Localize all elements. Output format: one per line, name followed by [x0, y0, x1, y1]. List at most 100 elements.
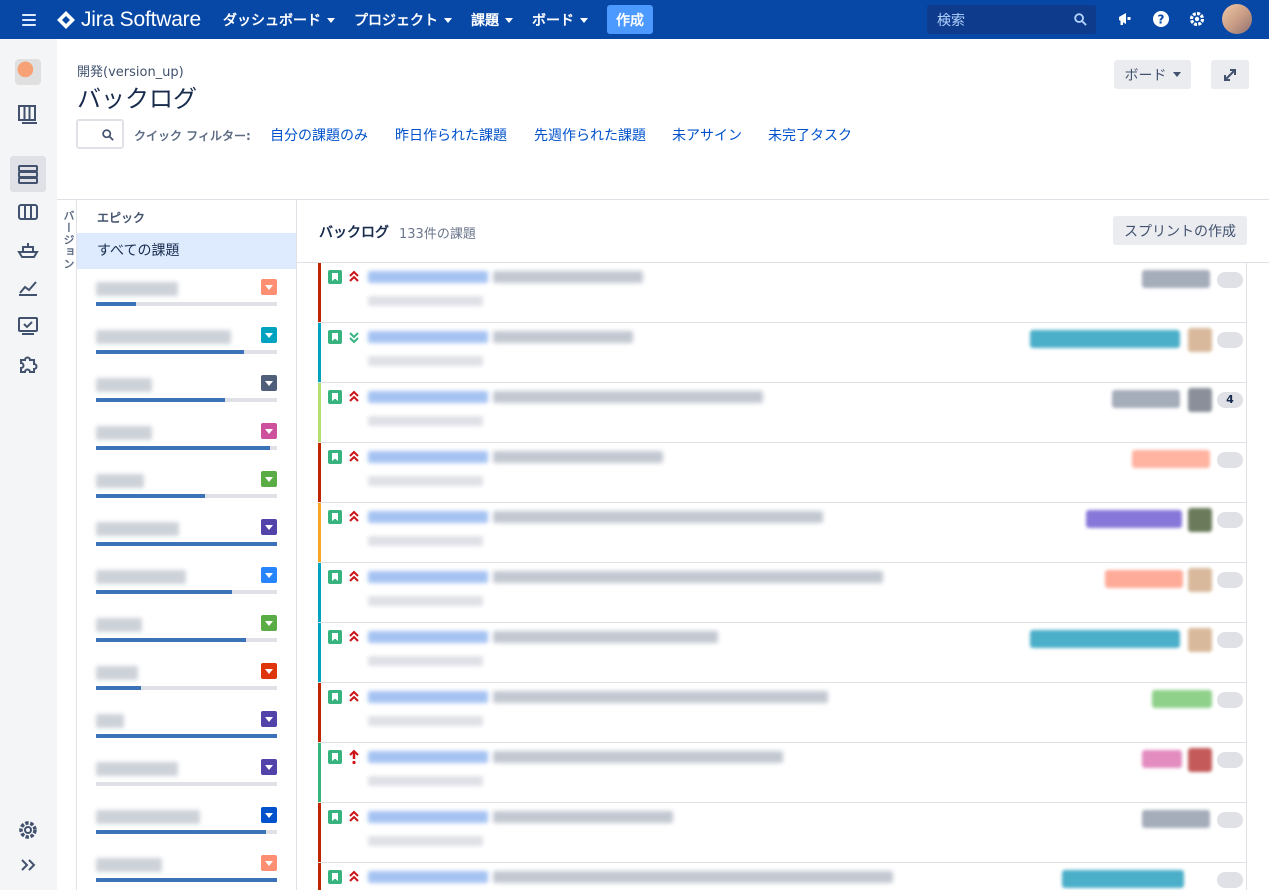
epic-dropdown-icon[interactable]: [261, 423, 277, 439]
sidebar-backlog-icon[interactable]: [10, 156, 46, 192]
nav-boards[interactable]: ボード: [532, 10, 588, 30]
epic-item[interactable]: [96, 663, 277, 692]
expand-sidebar-icon[interactable]: [20, 858, 38, 872]
issue-key-redacted[interactable]: [368, 271, 488, 283]
issue-epic-tag[interactable]: [1062, 870, 1184, 888]
create-sprint-button[interactable]: スプリントの作成: [1113, 216, 1247, 245]
issue-epic-tag[interactable]: [1142, 750, 1182, 768]
epic-all-issues[interactable]: すべての課題: [77, 233, 296, 269]
epic-item[interactable]: [96, 279, 277, 308]
issue-key-redacted[interactable]: [368, 511, 488, 523]
epic-dropdown-icon[interactable]: [261, 279, 277, 295]
issue-epic-tag[interactable]: [1132, 450, 1210, 468]
versions-panel-tab[interactable]: バージョン: [57, 200, 77, 890]
quick-filter-incomplete-tasks[interactable]: 未完了タスク: [768, 125, 852, 145]
menu-icon[interactable]: [22, 13, 36, 26]
epic-dropdown-icon[interactable]: [261, 711, 277, 727]
epic-item[interactable]: [96, 711, 277, 740]
sidebar-issues-icon[interactable]: [10, 308, 46, 344]
issue-epic-tag[interactable]: [1030, 630, 1180, 648]
issue-key-redacted[interactable]: [368, 871, 488, 883]
issue-row[interactable]: [318, 263, 1247, 323]
issue-key-redacted[interactable]: [368, 331, 488, 343]
assignee-avatar[interactable]: [1188, 568, 1212, 592]
issue-meta-redacted: [368, 596, 483, 606]
issue-epic-tag[interactable]: [1142, 810, 1210, 828]
issue-epic-tag[interactable]: [1030, 330, 1180, 348]
board-menu-button[interactable]: ボード: [1114, 60, 1191, 89]
epic-dropdown-icon[interactable]: [261, 375, 277, 391]
quick-filter-created-last-week[interactable]: 先週作られた課題: [534, 125, 646, 145]
epic-item[interactable]: [96, 567, 277, 596]
help-icon[interactable]: ?: [1152, 10, 1170, 28]
epic-dropdown-icon[interactable]: [261, 807, 277, 823]
sidebar-addons-icon[interactable]: [10, 346, 46, 382]
epic-item[interactable]: [96, 615, 277, 644]
nav-dashboard[interactable]: ダッシュボード: [223, 10, 335, 30]
assignee-avatar[interactable]: [1188, 628, 1212, 652]
issue-key-redacted[interactable]: [368, 751, 488, 763]
issue-row[interactable]: 4: [318, 383, 1247, 443]
nav-issues[interactable]: 課題: [471, 10, 513, 30]
settings-gear-icon[interactable]: [1188, 10, 1206, 28]
issue-key-redacted[interactable]: [368, 631, 488, 643]
epic-dropdown-icon[interactable]: [261, 567, 277, 583]
epic-dropdown-icon[interactable]: [261, 615, 277, 631]
issue-epic-tag[interactable]: [1086, 510, 1182, 528]
issue-row[interactable]: [318, 743, 1247, 803]
epic-item[interactable]: [96, 375, 277, 404]
epic-item[interactable]: [96, 759, 277, 788]
epic-item[interactable]: [96, 519, 277, 548]
issue-row[interactable]: [318, 803, 1247, 863]
notifications-megaphone-icon[interactable]: [1116, 10, 1134, 28]
sidebar-releases-icon[interactable]: [10, 232, 46, 268]
project-settings-gear-icon[interactable]: [17, 819, 39, 841]
issue-row[interactable]: [318, 503, 1247, 563]
quick-filter-unassigned[interactable]: 未アサイン: [672, 125, 742, 145]
assignee-avatar[interactable]: [1188, 748, 1212, 772]
user-avatar[interactable]: [1222, 4, 1252, 34]
issue-key-redacted[interactable]: [368, 691, 488, 703]
create-button[interactable]: 作成: [606, 5, 653, 34]
nav-projects[interactable]: プロジェクト: [354, 10, 452, 30]
sidebar-active-sprints-icon[interactable]: [10, 194, 46, 230]
issue-epic-tag[interactable]: [1152, 690, 1212, 708]
epic-item[interactable]: [96, 327, 277, 356]
jira-logo[interactable]: Jira Software: [56, 8, 201, 32]
issue-row[interactable]: [318, 623, 1247, 683]
issue-row[interactable]: [318, 563, 1247, 623]
assignee-avatar[interactable]: [1188, 508, 1212, 532]
issue-key-redacted[interactable]: [368, 571, 488, 583]
issue-row[interactable]: [318, 863, 1247, 890]
epic-dropdown-icon[interactable]: [261, 327, 277, 343]
issue-key-redacted[interactable]: [368, 811, 488, 823]
issue-row[interactable]: [318, 683, 1247, 743]
issue-epic-tag[interactable]: [1142, 270, 1210, 288]
epic-dropdown-icon[interactable]: [261, 855, 277, 871]
epic-item[interactable]: [96, 807, 277, 836]
epic-item[interactable]: [96, 423, 277, 452]
issue-row[interactable]: [318, 323, 1247, 383]
sidebar-reports-icon[interactable]: [10, 270, 46, 306]
issue-epic-tag[interactable]: [1112, 390, 1180, 408]
filter-search-input[interactable]: [76, 119, 124, 149]
epic-dropdown-icon[interactable]: [261, 759, 277, 775]
issue-key-redacted[interactable]: [368, 391, 488, 403]
breadcrumb[interactable]: 開発(version_up): [77, 61, 184, 80]
issue-key-redacted[interactable]: [368, 451, 488, 463]
epic-item[interactable]: [96, 855, 277, 884]
quick-filter-my-issues[interactable]: 自分の課題のみ: [270, 125, 368, 145]
quick-filter-created-yesterday[interactable]: 昨日作られた課題: [395, 125, 507, 145]
issue-row[interactable]: [318, 443, 1247, 503]
sidebar-board-icon[interactable]: [10, 96, 46, 132]
project-avatar[interactable]: [10, 54, 46, 90]
epic-dropdown-icon[interactable]: [261, 663, 277, 679]
assignee-avatar[interactable]: [1188, 328, 1212, 352]
epic-dropdown-icon[interactable]: [261, 471, 277, 487]
search-input[interactable]: 検索: [927, 5, 1096, 34]
epic-item[interactable]: [96, 471, 277, 500]
issue-epic-tag[interactable]: [1105, 570, 1183, 588]
fullscreen-button[interactable]: [1211, 60, 1249, 89]
assignee-avatar[interactable]: [1188, 388, 1212, 412]
epic-dropdown-icon[interactable]: [261, 519, 277, 535]
